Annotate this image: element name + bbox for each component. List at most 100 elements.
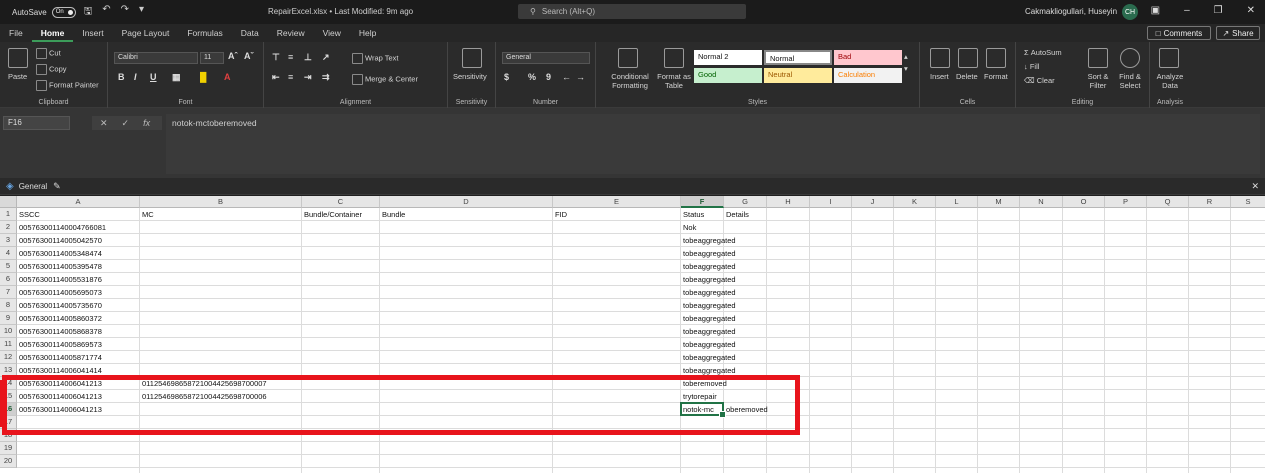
row-header-8[interactable]: 8 — [0, 299, 17, 312]
cell-a11[interactable]: 00576300114005869573 — [17, 338, 102, 351]
column-header-l[interactable]: L — [936, 196, 978, 208]
fill-button[interactable]: ↓ Fill — [1024, 62, 1039, 71]
cell-a6[interactable]: 00576300114005531876 — [17, 273, 102, 286]
cell-f5[interactable]: tobeaggregated — [681, 260, 736, 273]
tab-formulas[interactable]: Formulas — [178, 24, 231, 42]
column-header-k[interactable]: K — [894, 196, 936, 208]
cell-a12[interactable]: 00576300114005871774 — [17, 351, 102, 364]
cell-f10[interactable]: tobeaggregated — [681, 325, 736, 338]
column-header-b[interactable]: B — [140, 196, 302, 208]
close-icon[interactable]: ✕ — [1247, 5, 1255, 16]
column-header-i[interactable]: I — [810, 196, 852, 208]
sensitivity-button[interactable]: Sensitivity — [453, 72, 487, 81]
format-painter-button[interactable]: Format Painter — [36, 80, 99, 91]
indent-icon[interactable]: ⇉ — [322, 72, 330, 83]
column-header-p[interactable]: P — [1105, 196, 1147, 208]
row-header-10[interactable]: 10 — [0, 325, 17, 338]
style-good[interactable]: Good — [694, 68, 762, 83]
font-size-select[interactable]: 11 — [200, 52, 224, 64]
column-header-a[interactable]: A — [17, 196, 140, 208]
cell-a2[interactable]: 005763001140004766081 — [17, 221, 106, 234]
decrease-decimal-icon[interactable]: → — [576, 72, 585, 82]
merge-center-button[interactable]: Merge & Center — [352, 74, 418, 85]
name-box[interactable]: F16 — [3, 116, 70, 130]
delete-cells-icon[interactable] — [958, 48, 978, 68]
cell-f9[interactable]: tobeaggregated — [681, 312, 736, 325]
autosave-toggle[interactable]: On — [51, 6, 76, 18]
cell-f8[interactable]: tobeaggregated — [681, 299, 736, 312]
cell-f3[interactable]: tobeaggregated — [681, 234, 736, 247]
cell-f4[interactable]: tobeaggregated — [681, 247, 736, 260]
tab-data[interactable]: Data — [232, 24, 268, 42]
row-header-5[interactable]: 5 — [0, 260, 17, 273]
styles-scroll-up-icon[interactable]: ▴ — [904, 52, 908, 61]
autosum-button[interactable]: Σ AutoSum — [1024, 48, 1062, 57]
share-button[interactable]: ↗ Share — [1216, 26, 1260, 40]
ribbon-display-icon[interactable]: ▣ — [1151, 5, 1160, 16]
style-calculation[interactable]: Calculation — [834, 68, 902, 83]
confirm-icon[interactable]: ✓ — [122, 118, 130, 129]
tab-review[interactable]: Review — [268, 24, 314, 42]
align-bottom-icon[interactable]: ⊥ — [304, 52, 312, 63]
save-icon[interactable]: 🖫 — [84, 4, 93, 21]
paste-icon[interactable] — [8, 48, 28, 68]
decrease-font-icon[interactable]: Aˇ — [244, 51, 254, 61]
cell-a5[interactable]: 00576300114005395478 — [17, 260, 102, 273]
clear-button[interactable]: ⌫ Clear — [1024, 76, 1055, 85]
cell-a1[interactable]: SSCC — [17, 208, 40, 221]
user-name[interactable]: Cakmakliogullari, Huseyin — [1025, 7, 1117, 16]
percent-button[interactable]: % — [528, 72, 536, 82]
formula-input[interactable]: notok-mctoberemoved — [166, 114, 1260, 174]
row-header-20[interactable]: 20 — [0, 455, 17, 468]
align-middle-icon[interactable]: ≡ — [288, 52, 293, 62]
analyze-data-icon[interactable] — [1159, 48, 1179, 68]
comments-button[interactable]: □ Comments — [1147, 26, 1211, 40]
cell-g1[interactable]: Details — [724, 208, 749, 221]
font-family-select[interactable]: Calibri — [114, 52, 198, 64]
cell-a7[interactable]: 00576300114005695073 — [17, 286, 102, 299]
column-header-o[interactable]: O — [1063, 196, 1105, 208]
analyze-data-button[interactable]: Analyze Data — [1154, 72, 1186, 90]
column-header-d[interactable]: D — [380, 196, 553, 208]
format-as-table-button[interactable]: Format as Table — [654, 72, 694, 90]
cancel-icon[interactable]: ✕ — [100, 118, 108, 129]
row-header-2[interactable]: 2 — [0, 221, 17, 234]
style-neutral[interactable]: Neutral — [764, 68, 832, 83]
row-header-12[interactable]: 12 — [0, 351, 17, 364]
document-title[interactable]: RepairExcel.xlsx • Last Modified: 9m ago — [268, 7, 413, 16]
cell-f1[interactable]: Status — [681, 208, 704, 221]
row-header-9[interactable]: 9 — [0, 312, 17, 325]
cell-f11[interactable]: tobeaggregated — [681, 338, 736, 351]
sensitivity-icon[interactable] — [462, 48, 482, 68]
currency-button[interactable]: $ — [504, 72, 509, 82]
avatar[interactable]: CH — [1122, 4, 1138, 20]
tab-view[interactable]: View — [314, 24, 350, 42]
bold-button[interactable]: B — [118, 72, 125, 82]
conditional-formatting-button[interactable]: Conditional Formatting — [602, 72, 658, 90]
format-as-table-icon[interactable] — [664, 48, 684, 68]
redo-icon[interactable]: ↷ — [121, 4, 129, 21]
align-top-icon[interactable]: ⊤ — [272, 52, 280, 63]
fill-color-icon[interactable]: █ — [200, 72, 206, 82]
column-header-f[interactable]: F — [681, 196, 724, 208]
insert-cells-icon[interactable] — [930, 48, 950, 68]
pencil-icon[interactable]: ✎ — [53, 181, 61, 192]
underline-button[interactable]: U — [150, 72, 157, 82]
increase-decimal-icon[interactable]: ← — [562, 72, 571, 82]
align-center-icon[interactable]: ≡ — [288, 72, 293, 82]
restore-icon[interactable]: ❐ — [1214, 5, 1223, 16]
tab-file[interactable]: File — [0, 24, 32, 42]
row-header-6[interactable]: 6 — [0, 273, 17, 286]
tab-help[interactable]: Help — [350, 24, 385, 42]
styles-scroll-down-icon[interactable]: ▾ — [904, 64, 908, 73]
select-all-corner[interactable] — [0, 196, 17, 208]
cell-a8[interactable]: 00576300114005735670 — [17, 299, 102, 312]
insert-button[interactable]: Insert — [930, 72, 949, 81]
row-header-1[interactable]: 1 — [0, 208, 17, 221]
column-header-e[interactable]: E — [553, 196, 681, 208]
cell-f2[interactable]: Nok — [681, 221, 696, 234]
undo-icon[interactable]: ↶ — [102, 4, 110, 21]
cell-a9[interactable]: 00576300114005860372 — [17, 312, 102, 325]
column-header-c[interactable]: C — [302, 196, 380, 208]
sort-filter-button[interactable]: Sort & Filter — [1084, 72, 1112, 90]
